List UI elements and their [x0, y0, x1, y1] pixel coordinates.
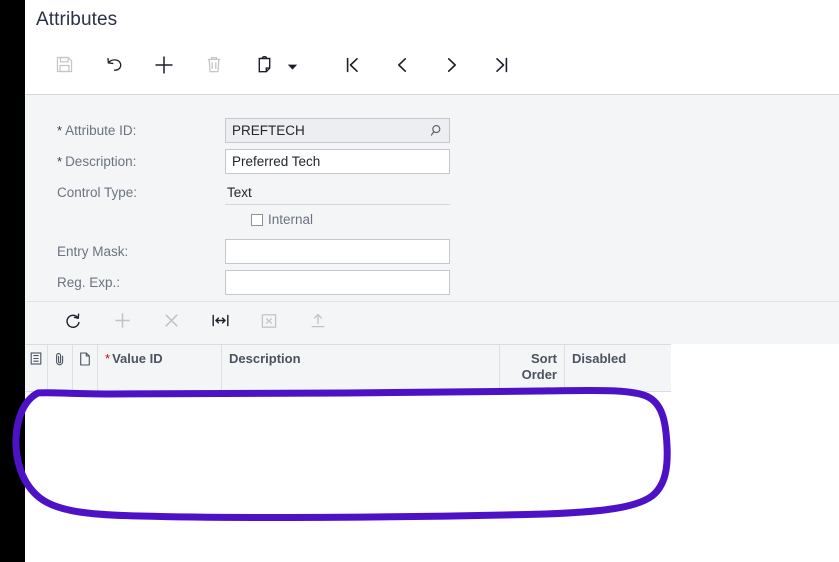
save-icon: [55, 55, 74, 79]
refresh-icon: [64, 312, 82, 335]
reg-exp-row: Reg. Exp.:: [25, 270, 450, 295]
notes-column-header[interactable]: [25, 345, 48, 391]
attribute-form: *Attribute ID: PREFTECH *Description:: [25, 95, 839, 302]
attribute-values-grid: * Value ID Description Sort Order Disable…: [25, 344, 839, 555]
attribute-id-value: PREFTECH: [232, 123, 305, 138]
reg-exp-label: Reg. Exp.:: [57, 275, 121, 290]
internal-checkbox-label: Internal: [268, 212, 314, 227]
internal-checkbox[interactable]: [251, 213, 263, 226]
close-x-icon: [163, 312, 180, 334]
clipboard-button[interactable]: [247, 50, 281, 84]
entry-mask-label: Entry Mask:: [57, 244, 129, 259]
grid-toolbar: [25, 302, 839, 344]
page-header: Attributes: [25, 0, 839, 40]
attributes-screen: Attributes * Attribute ID: PREFTECH * De…: [25, 0, 839, 562]
required-marker: *: [57, 123, 63, 138]
chevron-left-icon: [392, 55, 412, 80]
sort-order-column-header[interactable]: Sort Order: [500, 345, 565, 391]
left-black-gutter: [0, 0, 25, 562]
entry-mask-row: Entry Mask:: [25, 239, 450, 264]
undo-button[interactable]: [97, 50, 131, 84]
magnifier-icon[interactable]: [429, 123, 444, 138]
main-toolbar: [25, 40, 839, 95]
plus-icon: [153, 54, 175, 81]
description-input[interactable]: Preferred Tech: [225, 149, 450, 174]
description-column-header[interactable]: Description: [222, 345, 500, 391]
save-button[interactable]: [47, 50, 81, 84]
export-to-excel-button[interactable]: [254, 308, 284, 338]
control-type-input[interactable]: Text: [225, 180, 450, 205]
clipboard-icon: [255, 55, 274, 80]
last-record-button[interactable]: [485, 50, 519, 84]
description-row: * Description: Preferred Tech: [25, 149, 450, 174]
description-label: * Description:: [57, 154, 137, 169]
add-row-button[interactable]: [107, 308, 137, 338]
upload-icon: [309, 312, 327, 335]
clipboard-dropdown-button[interactable]: [285, 52, 299, 82]
fit-columns-button[interactable]: [205, 308, 235, 338]
value-id-column-header[interactable]: * Value ID: [98, 345, 222, 391]
upload-file-button[interactable]: [303, 308, 333, 338]
attribute-id-row: * Attribute ID: PREFTECH: [25, 118, 450, 143]
attribute-id-input[interactable]: PREFTECH: [225, 118, 450, 143]
refresh-button[interactable]: [58, 308, 88, 338]
chevron-right-icon: [442, 55, 462, 80]
excel-icon: [260, 312, 278, 335]
control-type-row: Control Type: Text: [25, 180, 450, 205]
plus-icon: [113, 311, 132, 335]
internal-checkbox-row[interactable]: Internal: [251, 212, 313, 227]
disabled-column-header[interactable]: Disabled: [565, 345, 671, 391]
trash-icon: [205, 55, 223, 79]
fit-width-icon: [211, 312, 230, 334]
reg-exp-input[interactable]: [225, 270, 450, 295]
caret-down-icon: [287, 63, 298, 71]
control-type-label: Control Type:: [57, 185, 138, 200]
add-new-record-button[interactable]: [147, 50, 181, 84]
delete-button[interactable]: [197, 50, 231, 84]
undo-icon: [104, 54, 125, 80]
document-icon: [79, 352, 91, 370]
last-page-icon: [492, 55, 512, 80]
required-marker: *: [105, 351, 111, 366]
notes-icon: [30, 352, 42, 369]
paperclip-icon: [54, 352, 66, 370]
entry-mask-input[interactable]: [225, 239, 450, 264]
screenshot-root: Attributes * Attribute ID: PREFTECH * De…: [0, 0, 839, 562]
next-record-button[interactable]: [435, 50, 469, 84]
first-record-button[interactable]: [335, 50, 369, 84]
document-column-header[interactable]: [73, 345, 98, 391]
grid-body-empty[interactable]: [25, 392, 839, 555]
previous-record-button[interactable]: [385, 50, 419, 84]
control-type-value: Text: [227, 184, 252, 200]
first-page-icon: [342, 55, 362, 80]
files-column-header[interactable]: [48, 345, 73, 391]
required-marker: *: [57, 154, 63, 169]
page-title: Attributes: [36, 9, 118, 30]
delete-row-button[interactable]: [156, 308, 186, 338]
attribute-id-label: * Attribute ID:: [57, 123, 137, 138]
description-value: Preferred Tech: [232, 154, 321, 169]
grid-header-row: * Value ID Description Sort Order Disable…: [25, 344, 671, 392]
